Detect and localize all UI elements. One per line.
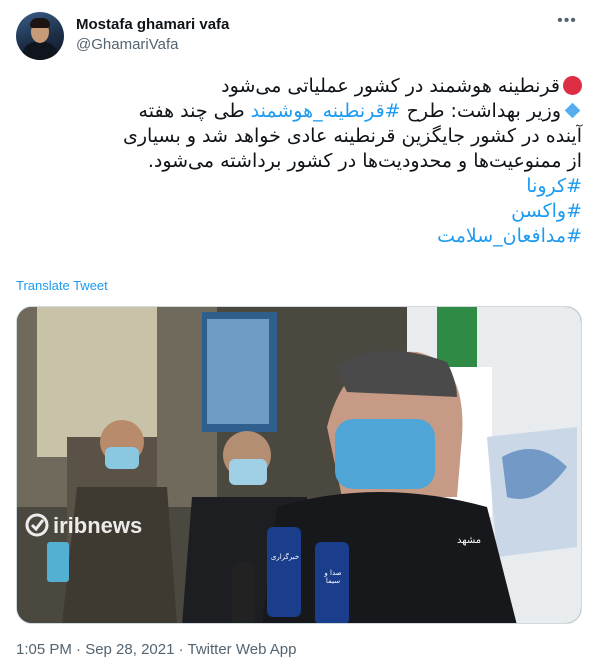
- tweet-line-2: وزیر بهداشت: طرح #قرنطینه_هوشمند طی چند …: [16, 99, 582, 124]
- avatar[interactable]: [16, 12, 64, 60]
- tweet-media-image[interactable]: iribnews مشهد خبرگزاری صدا و سیما: [16, 306, 582, 624]
- tweet: Mostafa ghamari vafa @GhamariVafa ••• قر…: [0, 0, 598, 671]
- tweet-line-3: آینده در کشور جایگزین قرنطینه عادی خواهد…: [122, 125, 582, 147]
- mic-label-2: صدا و سیما: [324, 569, 342, 585]
- author-names: Mostafa ghamari vafa @GhamariVafa: [76, 15, 229, 55]
- tweet-timestamp: 1:05 PM · Sep 28, 2021 · Twitter Web App: [16, 640, 296, 660]
- line2-prefix: وزیر بهداشت: طرح: [400, 100, 561, 122]
- time-date[interactable]: 1:05 PM · Sep 28, 2021 ·: [16, 641, 188, 658]
- line2-suffix: طی چند هفته: [138, 100, 251, 122]
- hashtag-line: #کرونا: [16, 174, 582, 199]
- tweet-header: Mostafa ghamari vafa @GhamariVafa •••: [16, 12, 582, 60]
- tweet-text: قرنطینه هوشمند در کشور عملیاتی می‌شود وز…: [16, 74, 582, 249]
- blue-diamond-icon: [564, 102, 581, 119]
- mic-label-1: خبرگزاری: [270, 553, 300, 561]
- tweet-line-1: قرنطینه هوشمند در کشور عملیاتی می‌شود: [16, 74, 582, 99]
- display-name[interactable]: Mostafa ghamari vafa: [76, 15, 229, 35]
- more-options-icon[interactable]: •••: [552, 13, 582, 34]
- iribnews-watermark: iribnews: [53, 513, 143, 538]
- location-caption: مشهد: [457, 535, 482, 546]
- red-circle-icon: [563, 76, 582, 95]
- user-handle[interactable]: @GhamariVafa: [76, 35, 229, 55]
- headline-text: قرنطینه هوشمند در کشور عملیاتی می‌شود: [221, 75, 560, 97]
- hashtag-vaccine[interactable]: #واکسن: [511, 200, 582, 222]
- tweet-line-4: از ممنوعیت‌ها و محدودیت‌ها در کشور برداش…: [147, 150, 582, 172]
- hashtag-smart-quarantine[interactable]: #قرنطینه_هوشمند: [251, 100, 401, 122]
- hashtag-corona[interactable]: #کرونا: [526, 175, 582, 197]
- hashtag-health-defenders[interactable]: #مدافعان_سلامت: [437, 225, 582, 247]
- news-photo: [17, 307, 581, 623]
- hashtag-line: #مدافعان_سلامت: [16, 224, 582, 249]
- hashtag-line: #واکسن: [16, 199, 582, 224]
- translate-tweet-link[interactable]: Translate Tweet: [16, 278, 108, 294]
- source-app-link[interactable]: Twitter Web App: [188, 641, 297, 658]
